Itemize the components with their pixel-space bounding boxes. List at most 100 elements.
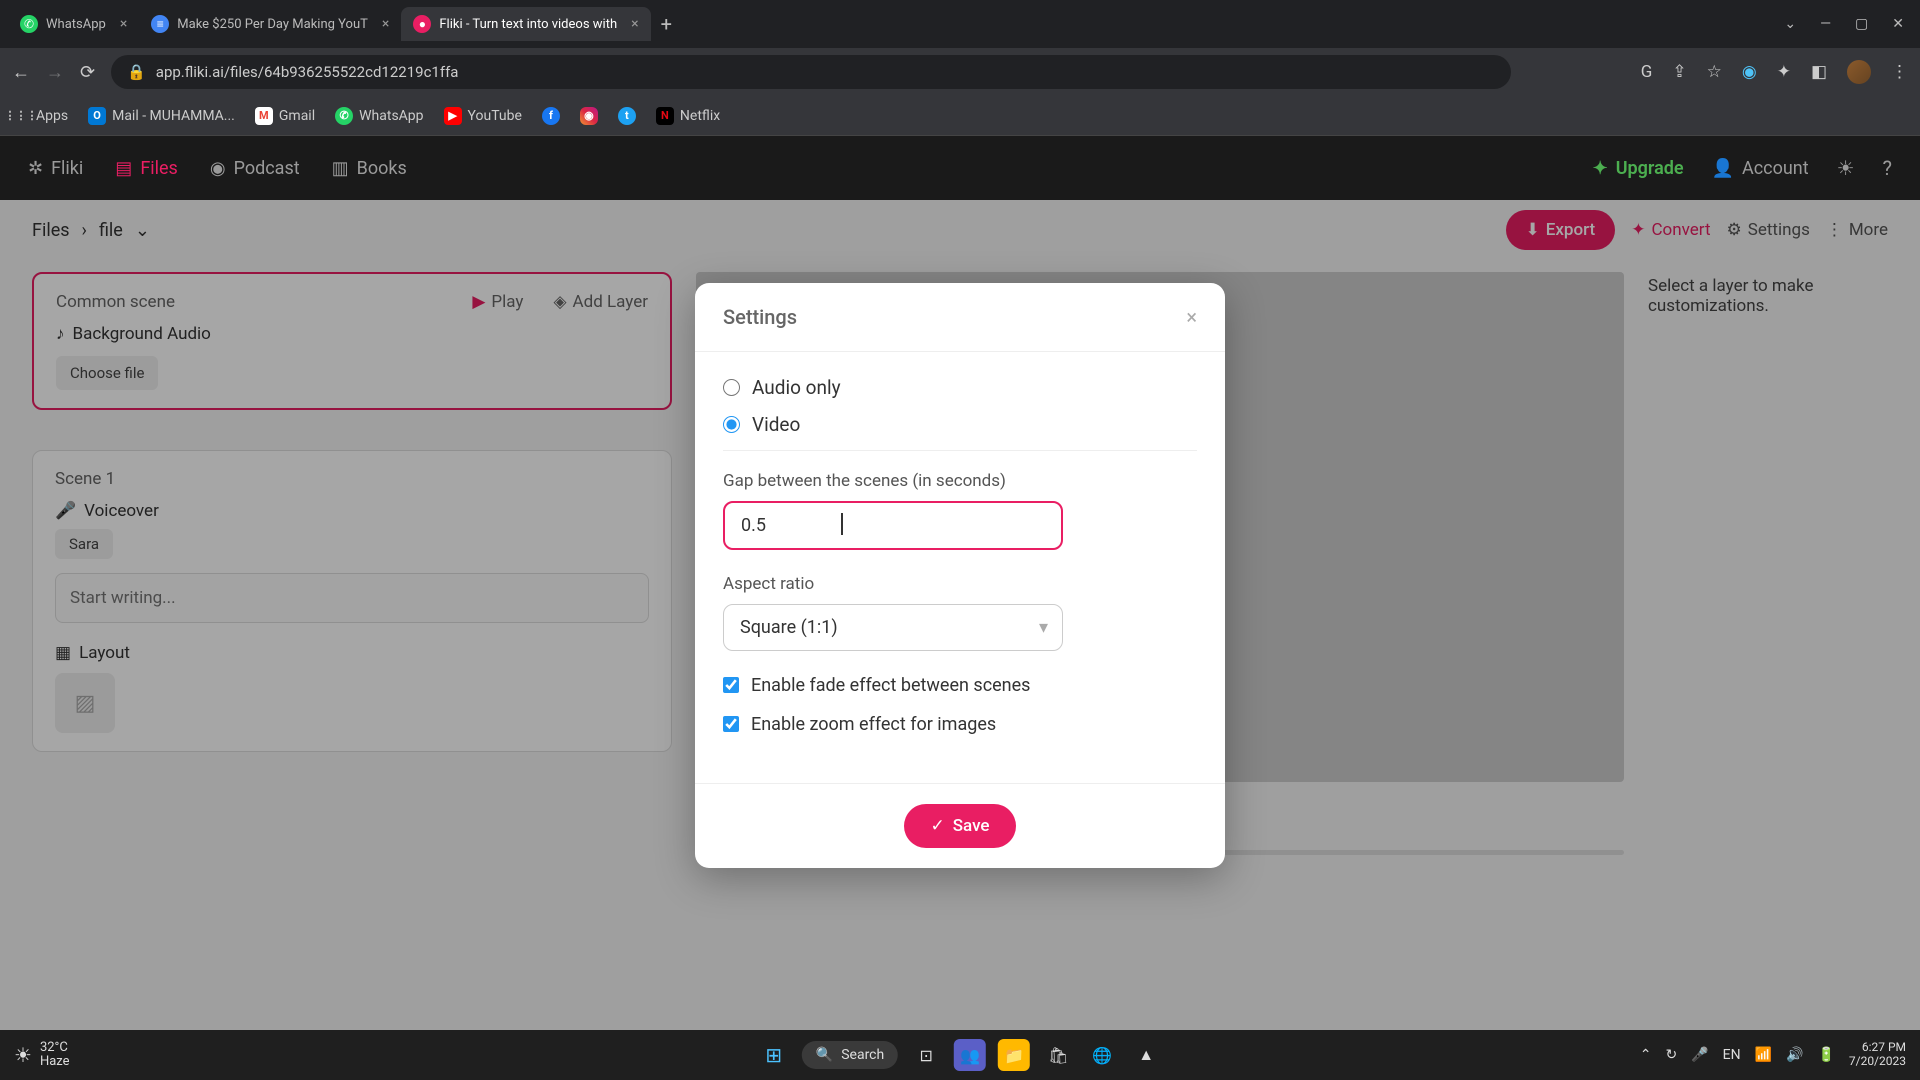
bookmark-item[interactable]: OMail - MUHAMMA... [88, 107, 235, 125]
sparkle-icon: ✦ [1593, 158, 1608, 179]
settings-modal: Settings × Audio only Video Gap between … [695, 283, 1225, 868]
window-controls: ⌄ — ▢ ✕ [1784, 16, 1912, 32]
docs-icon: ≡ [151, 15, 169, 33]
gear-icon: ✲ [28, 158, 43, 179]
menu-icon[interactable]: ⋮ [1891, 62, 1908, 82]
sync-icon[interactable]: ↻ [1665, 1047, 1677, 1063]
app-navbar: ✲Fliki ▤Files ◉Podcast ▥Books ✦Upgrade 👤… [0, 136, 1920, 200]
mic-icon[interactable]: 🎤 [1691, 1047, 1708, 1063]
checkbox-input[interactable] [723, 677, 739, 693]
reload-button[interactable]: ⟳ [80, 62, 95, 83]
close-icon[interactable]: × [120, 16, 127, 32]
browser-tab-strip: ✆ WhatsApp × ≡ Make $250 Per Day Making … [0, 0, 1920, 48]
upgrade-button[interactable]: ✦Upgrade [1593, 158, 1684, 179]
teams-icon[interactable]: 👥 [954, 1039, 986, 1071]
share-icon[interactable]: ⇪ [1672, 62, 1686, 82]
podcast-icon: ◉ [210, 158, 226, 179]
browser-tab-active[interactable]: ● Fliki - Turn text into videos with × [401, 7, 650, 41]
chrome-icon[interactable]: 🌐 [1086, 1039, 1118, 1071]
wifi-icon[interactable]: 📶 [1755, 1047, 1772, 1063]
app-body: Files › file ⌄ ⬇Export ✦Convert ⚙Setting… [0, 200, 1920, 1030]
bookmark-item[interactable]: NNetflix [656, 107, 720, 125]
maximize-icon[interactable]: ▢ [1855, 16, 1868, 32]
text-cursor [841, 513, 843, 535]
aspect-select[interactable]: Square (1:1) [723, 604, 1063, 651]
chevron-down-icon[interactable]: ⌄ [1784, 16, 1796, 32]
bookmark-item[interactable]: ▶YouTube [444, 107, 522, 125]
search-button[interactable]: 🔍Search [802, 1041, 898, 1069]
audio-only-option[interactable]: Audio only [723, 376, 1197, 399]
nav-podcast[interactable]: ◉Podcast [210, 158, 300, 179]
explorer-icon[interactable]: 📁 [998, 1039, 1030, 1071]
battery-icon[interactable]: 🔋 [1817, 1047, 1834, 1063]
address-bar: ← → ⟳ 🔒 app.fliki.ai/files/64b936255522c… [0, 48, 1920, 96]
url-text: app.fliki.ai/files/64b936255522cd12219c1… [156, 63, 459, 81]
lock-icon: 🔒 [127, 63, 146, 81]
app-icon[interactable]: ▲ [1130, 1039, 1162, 1071]
close-window-icon[interactable]: ✕ [1892, 16, 1904, 32]
url-field[interactable]: 🔒 app.fliki.ai/files/64b936255522cd12219… [111, 55, 1511, 89]
tab-title: Make $250 Per Day Making YouT [177, 17, 368, 32]
extensions-icon[interactable]: ✦ [1777, 62, 1791, 82]
bookmark-item[interactable]: ◉ [580, 107, 598, 125]
nav-files[interactable]: ▤Files [115, 158, 178, 179]
gap-label: Gap between the scenes (in seconds) [723, 471, 1197, 491]
bookmark-item[interactable]: f [542, 107, 560, 125]
browser-tab[interactable]: ≡ Make $250 Per Day Making YouT × [139, 7, 401, 41]
aspect-label: Aspect ratio [723, 574, 1197, 594]
brand-logo[interactable]: ✲Fliki [28, 158, 83, 179]
extension-icon[interactable]: ◉ [1742, 62, 1757, 82]
bookmark-item[interactable]: ✆WhatsApp [335, 107, 423, 125]
modal-overlay[interactable]: Settings × Audio only Video Gap between … [0, 200, 1920, 1030]
minimize-icon[interactable]: — [1820, 16, 1831, 32]
radio-input[interactable] [723, 379, 740, 396]
clock[interactable]: 6:27 PM7/20/2023 [1849, 1041, 1906, 1069]
weather-widget[interactable]: ☀ 32°CHaze [14, 1041, 70, 1070]
apps-bookmark[interactable]: ⋮⋮⋮Apps [12, 107, 68, 125]
fade-checkbox-row[interactable]: Enable fade effect between scenes [723, 675, 1197, 696]
close-icon[interactable]: × [382, 16, 389, 32]
back-button[interactable]: ← [12, 62, 30, 83]
zoom-checkbox-row[interactable]: Enable zoom effect for images [723, 714, 1197, 735]
forward-button[interactable]: → [46, 62, 64, 83]
task-view-icon[interactable]: ⊡ [910, 1039, 942, 1071]
start-button[interactable]: ⊞ [758, 1039, 790, 1071]
radio-input[interactable] [723, 416, 740, 433]
volume-icon[interactable]: 🔊 [1786, 1047, 1803, 1063]
save-button[interactable]: ✓Save [904, 804, 1015, 848]
checkbox-input[interactable] [723, 716, 739, 732]
video-option[interactable]: Video [723, 413, 1197, 436]
browser-tab[interactable]: ✆ WhatsApp × [8, 7, 139, 41]
fliki-icon: ● [413, 15, 431, 33]
close-icon[interactable]: × [631, 16, 638, 32]
nav-books[interactable]: ▥Books [332, 158, 407, 179]
gap-input[interactable] [723, 501, 1063, 550]
profile-avatar[interactable] [1847, 60, 1871, 84]
sun-icon: ☀ [14, 1043, 32, 1067]
windows-taskbar: ☀ 32°CHaze ⊞ 🔍Search ⊡ 👥 📁 🛍 🌐 ▲ ⌃ ↻ 🎤 E… [0, 1030, 1920, 1080]
search-icon: 🔍 [816, 1047, 833, 1063]
theme-toggle-icon[interactable]: ☀ [1837, 156, 1855, 180]
help-icon[interactable]: ? [1883, 156, 1892, 180]
sidepanel-icon[interactable]: ◧ [1811, 62, 1827, 82]
close-icon[interactable]: × [1186, 305, 1197, 329]
divider [723, 450, 1197, 451]
tab-title: WhatsApp [46, 17, 106, 32]
bookmark-item[interactable]: t [618, 107, 636, 125]
bookmark-item[interactable]: MGmail [255, 107, 315, 125]
store-icon[interactable]: 🛍 [1042, 1039, 1074, 1071]
file-icon: ▤ [115, 158, 132, 179]
bookmarks-bar: ⋮⋮⋮Apps OMail - MUHAMMA... MGmail ✆Whats… [0, 96, 1920, 136]
book-icon: ▥ [332, 158, 349, 179]
chevron-up-icon[interactable]: ⌃ [1640, 1047, 1652, 1063]
star-icon[interactable]: ☆ [1707, 62, 1722, 82]
new-tab-button[interactable]: + [661, 12, 672, 36]
user-icon: 👤 [1712, 158, 1734, 179]
whatsapp-icon: ✆ [20, 15, 38, 33]
tab-title: Fliki - Turn text into videos with [439, 17, 617, 32]
language-icon[interactable]: EN [1723, 1047, 1741, 1063]
translate-icon[interactable]: G [1641, 62, 1653, 82]
modal-title: Settings [723, 305, 797, 329]
check-icon: ✓ [930, 816, 944, 836]
account-button[interactable]: 👤Account [1712, 158, 1809, 179]
